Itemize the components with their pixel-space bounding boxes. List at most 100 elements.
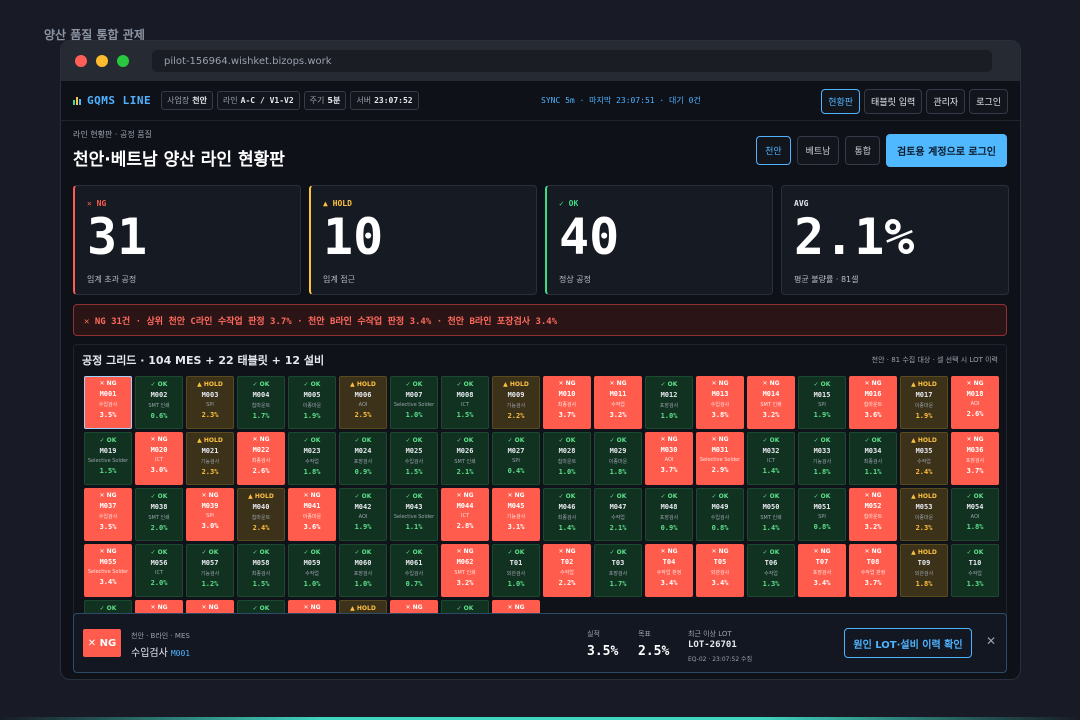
- process-cell[interactable]: ✓ OK M034 최종검사 1.1%: [849, 432, 897, 485]
- kpi-card-hold[interactable]: ▲ HOLD 10 임계 접근: [309, 185, 537, 295]
- process-cell[interactable]: ✓ OK M012 포장검사 1.0%: [645, 376, 693, 429]
- process-cell[interactable]: ▲ HOLD M003 SPI 2.3%: [186, 376, 234, 429]
- process-cell[interactable]: ✓ OK M002 SMT 인쇄 0.6%: [135, 376, 183, 429]
- process-cell[interactable]: ✓ OK M028 칩마운트 1.0%: [543, 432, 591, 485]
- process-cell[interactable]: ✓ OK M029 이종마운 1.8%: [594, 432, 642, 485]
- process-cell[interactable]: ✕ NG M055 Selective Solder 3.4%: [84, 544, 132, 597]
- process-cell[interactable]: ✕ NG T04 수작업 판정 3.4%: [645, 544, 693, 597]
- process-cell[interactable]: ✓ OK M023 수작업 1.8%: [288, 432, 336, 485]
- process-cell[interactable]: ✓ OK T10 수작업 1.3%: [951, 544, 999, 597]
- maximize-window-icon[interactable]: [117, 55, 129, 67]
- process-cell[interactable]: ✕ NG M013 수입검사 3.8%: [696, 376, 744, 429]
- process-cell[interactable]: ▲ HOLD M040 칩마운트 2.4%: [237, 488, 285, 541]
- process-cell[interactable]: ✓ OK M026 SMT 인쇄 2.1%: [441, 432, 489, 485]
- process-cell[interactable]: ✓ OK M046 최종검사 1.4%: [543, 488, 591, 541]
- process-cell[interactable]: ✓ OK M061 수입검사 0.7%: [390, 544, 438, 597]
- nav-dashboard[interactable]: 현황판: [821, 89, 861, 114]
- process-cell[interactable]: ✕ NG T08 수작업 판정 3.7%: [849, 544, 897, 597]
- process-cell[interactable]: ✕ NG M001 수입검사 3.5%: [84, 376, 132, 429]
- process-cell[interactable]: ✓ OK M024 포장검사 0.9%: [339, 432, 387, 485]
- site-tab-integrated[interactable]: 통합: [845, 136, 881, 165]
- process-cell[interactable]: ✕ NG M062 SMT 인쇄 3.2%: [441, 544, 489, 597]
- process-cell[interactable]: ✓ OK T01 외관검사 1.0%: [492, 544, 540, 597]
- process-cell[interactable]: ✓ OK T06 수작업 1.3%: [747, 544, 795, 597]
- process-cell[interactable]: ✕ NG M045 기능검사 3.1%: [492, 488, 540, 541]
- process-cell[interactable]: ✓ OK M051 SPI 0.8%: [798, 488, 846, 541]
- review-login-button[interactable]: 검토용 계정으로 로그인: [886, 134, 1007, 167]
- kpi-card-avg[interactable]: AVG 2.1% 평균 불량률 · 81셀: [781, 185, 1009, 295]
- process-cell[interactable]: ✓ OK M056 ICT 2.0%: [135, 544, 183, 597]
- process-cell[interactable]: ✓ OK M008 ICT 1.5%: [441, 376, 489, 429]
- process-cell[interactable]: ✓ OK T03 포장검사 1.7%: [594, 544, 642, 597]
- site-tab-vietnam[interactable]: 베트남: [796, 136, 840, 165]
- process-cell[interactable]: ✕ NG M037 수입검사 3.5%: [84, 488, 132, 541]
- kpi-card-ok[interactable]: ✓ OK 40 정상 공정: [545, 185, 773, 295]
- lot-history-button[interactable]: 원인 LOT·설비 이력 확인: [844, 628, 972, 658]
- process-cell[interactable]: ✕ NG M010 최종검사 3.7%: [543, 376, 591, 429]
- process-cell[interactable]: ✕ NG M044 ICT 2.8%: [441, 488, 489, 541]
- chip-cycle[interactable]: 주기 5분: [303, 91, 347, 110]
- process-cell[interactable]: ✕ NG T02 수작업 2.2%: [543, 544, 591, 597]
- process-cell[interactable]: ✓ OK M043 Selective Solder 1.1%: [390, 488, 438, 541]
- process-cell[interactable]: ✕ NG M030 AOI 3.7%: [645, 432, 693, 485]
- process-cell[interactable]: ✓ OK M048 포장검사 0.9%: [645, 488, 693, 541]
- kpi-card-ng[interactable]: ✕ NG 31 임계 초과 공정: [73, 185, 301, 295]
- process-cell[interactable]: ✓ OK M060 포장검사 1.0%: [339, 544, 387, 597]
- process-cell[interactable]: ✓ OK M038 SMT 인쇄 2.0%: [135, 488, 183, 541]
- process-cell[interactable]: ✕ NG M031 Selective Solder 2.9%: [696, 432, 744, 485]
- process-cell[interactable]: ✓ OK M059 수작업 1.0%: [288, 544, 336, 597]
- process-cell[interactable]: ▲ HOLD T09 외관검사 1.8%: [900, 544, 948, 597]
- process-cell[interactable]: ✓ OK M047 수작업 2.1%: [594, 488, 642, 541]
- process-cell[interactable]: ✓ OK M007 Selective Solder 1.0%: [390, 376, 438, 429]
- process-cell[interactable]: ✕ NG M052 칩마운트 3.2%: [849, 488, 897, 541]
- process-cell[interactable]: ✕ NG M039 SPI 3.0%: [186, 488, 234, 541]
- process-cell[interactable]: ✕ NG M020 ICT 3.0%: [135, 432, 183, 485]
- cell-status: ✕ NG: [711, 436, 729, 443]
- process-cell[interactable]: ✕ NG M018 AOI 2.6%: [951, 376, 999, 429]
- brand[interactable]: GQMS LINE: [73, 94, 151, 107]
- chip-site[interactable]: 사업장 천안: [161, 91, 213, 110]
- nav-login[interactable]: 로그인: [969, 89, 1008, 114]
- process-cell[interactable]: ✓ OK M004 칩마운트 1.7%: [237, 376, 285, 429]
- process-cell[interactable]: ✕ NG M014 SMT 인쇄 3.2%: [747, 376, 795, 429]
- process-cell[interactable]: ▲ HOLD M053 이종마운 2.3%: [900, 488, 948, 541]
- process-cell[interactable]: ✓ OK M054 AOI 1.8%: [951, 488, 999, 541]
- process-cell[interactable]: ✓ OK M032 ICT 1.4%: [747, 432, 795, 485]
- process-cell[interactable]: ✕ NG T07 포장검사 3.4%: [798, 544, 846, 597]
- process-cell[interactable]: ✓ OK M027 SPI 0.4%: [492, 432, 540, 485]
- process-cell[interactable]: ▲ HOLD M021 기능검사 2.3%: [186, 432, 234, 485]
- process-cell[interactable]: ▲ HOLD M017 이종마운 1.9%: [900, 376, 948, 429]
- process-cell[interactable]: ▲ HOLD M009 기능검사 2.2%: [492, 376, 540, 429]
- nav-tablet-input[interactable]: 태블릿 입력: [864, 89, 923, 114]
- process-cell[interactable]: ✕ NG T05 외관검사 3.4%: [696, 544, 744, 597]
- process-cell[interactable]: ✓ OK M015 SPI 1.9%: [798, 376, 846, 429]
- process-cell[interactable]: ✓ OK M005 이종마운 1.9%: [288, 376, 336, 429]
- process-cell[interactable]: ✓ OK M050 SMT 인쇄 1.4%: [747, 488, 795, 541]
- process-cell[interactable]: ✕ NG M022 최종검사 2.6%: [237, 432, 285, 485]
- process-cell[interactable]: ✕ NG M016 칩마운트 3.6%: [849, 376, 897, 429]
- process-cell[interactable]: ✓ OK M058 최종검사 1.5%: [237, 544, 285, 597]
- process-cell[interactable]: ▲ HOLD M035 수작업 2.4%: [900, 432, 948, 485]
- process-cell[interactable]: ✕ NG M036 포장검사 3.7%: [951, 432, 999, 485]
- process-cell[interactable]: ✕ NG M011 수작업 3.2%: [594, 376, 642, 429]
- site-tab-cheonan[interactable]: 천안: [756, 136, 791, 165]
- cell-process: 외관검사: [506, 571, 526, 577]
- nav-admin[interactable]: 관리자: [926, 89, 966, 114]
- address-bar[interactable]: pilot-156964.wishket.bizops.work: [152, 50, 992, 72]
- chip-line[interactable]: 라인 A-C / V1-V2: [216, 91, 300, 110]
- process-cell[interactable]: ✓ OK M057 기능검사 1.2%: [186, 544, 234, 597]
- process-cell[interactable]: ✓ OK M025 수입검사 1.5%: [390, 432, 438, 485]
- cell-status: ✓ OK: [150, 549, 168, 556]
- process-cell[interactable]: ✓ OK M033 기능검사 1.8%: [798, 432, 846, 485]
- close-icon[interactable]: ✕: [986, 634, 996, 648]
- close-window-icon[interactable]: [75, 55, 87, 67]
- minimize-window-icon[interactable]: [96, 55, 108, 67]
- cell-id: M009: [507, 391, 525, 399]
- process-cell[interactable]: ✓ OK M049 수입검사 0.8%: [696, 488, 744, 541]
- process-cell[interactable]: ✕ NG M041 이종마운 3.6%: [288, 488, 336, 541]
- ng-alert-banner[interactable]: ✕ NG 31건 · 상위 천안 C라인 수작업 판정 3.7% · 천안 B라…: [73, 304, 1007, 336]
- process-cell[interactable]: ✓ OK M019 Selective Solder 1.5%: [84, 432, 132, 485]
- process-cell[interactable]: ✓ OK M042 AOI 1.9%: [339, 488, 387, 541]
- cell-status: ✕ NG: [711, 548, 729, 555]
- process-cell[interactable]: ▲ HOLD M006 AOI 2.5%: [339, 376, 387, 429]
